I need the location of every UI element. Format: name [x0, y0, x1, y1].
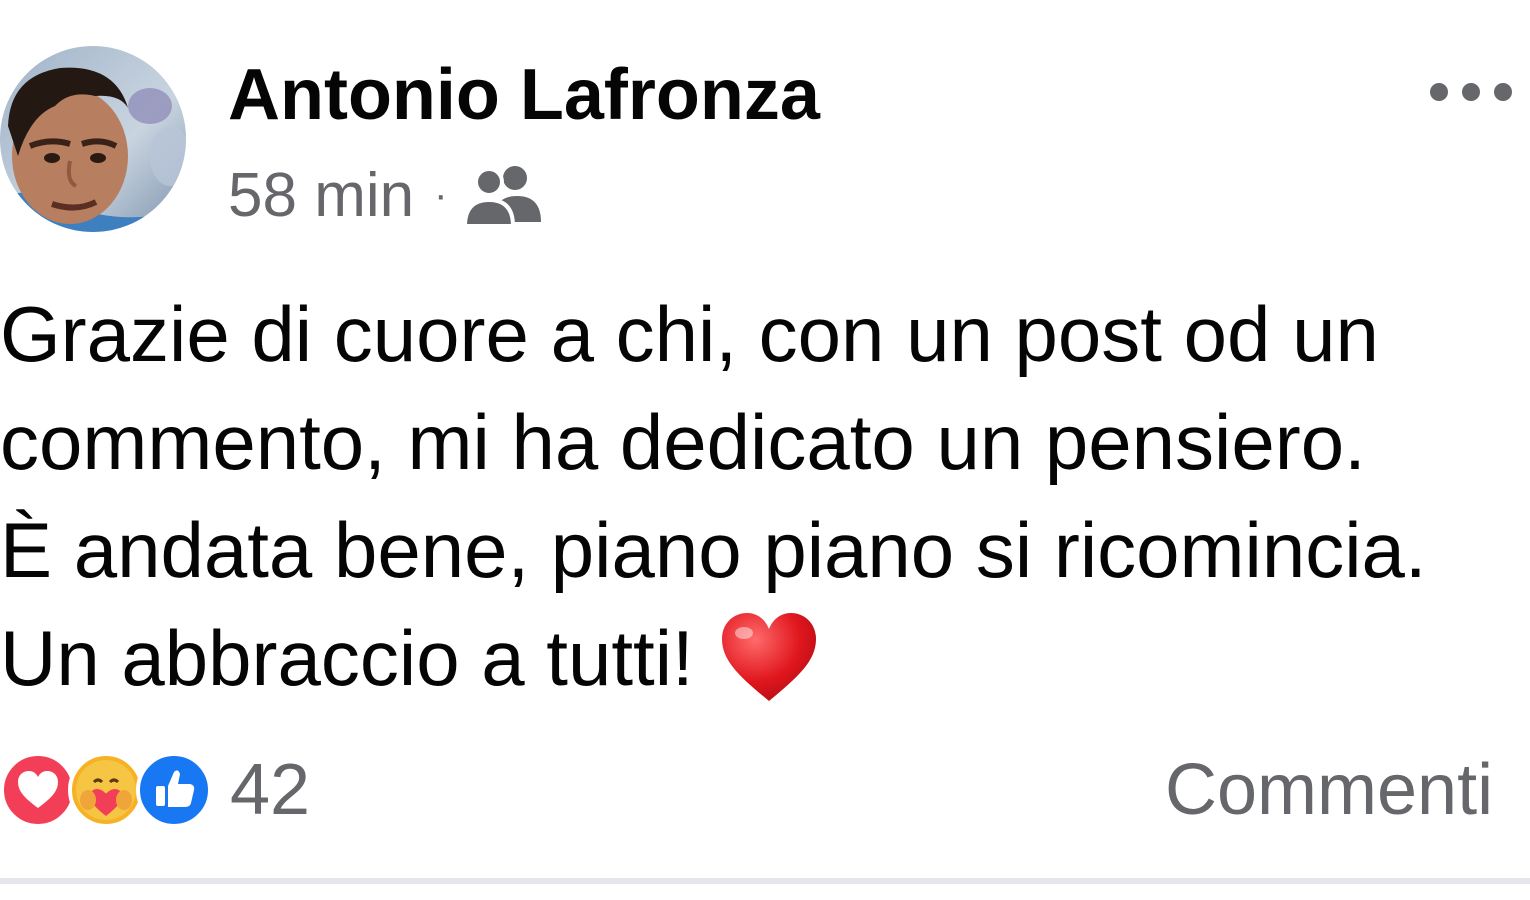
- post-text-line: Un abbraccio a tutti!: [0, 614, 694, 702]
- reactions-summary[interactable]: 42: [0, 750, 310, 830]
- facebook-post: Antonio Lafronza 58 min · Grazie di cuor…: [0, 0, 1530, 900]
- more-dot: [1430, 83, 1448, 101]
- more-options-icon[interactable]: [1430, 72, 1512, 112]
- post-meta: 58 min ·: [228, 155, 542, 235]
- friends-icon[interactable]: [463, 162, 542, 228]
- post-text-line: commento, mi ha dedicato un pensiero.: [0, 398, 1366, 486]
- meta-separator: ·: [434, 172, 448, 217]
- love-reaction-icon: [0, 752, 76, 828]
- post-text-line: Grazie di cuore a chi, con un post od un: [0, 290, 1379, 378]
- like-reaction-icon: [136, 752, 212, 828]
- post-time[interactable]: 58 min: [228, 160, 414, 231]
- red-heart-emoji: [720, 609, 818, 705]
- reaction-count: 42: [230, 750, 311, 830]
- author-avatar[interactable]: [0, 46, 186, 232]
- author-name[interactable]: Antonio Lafronza: [228, 50, 820, 140]
- post-text: Grazie di cuore a chi, con un post od un…: [0, 280, 1530, 712]
- post-divider: [0, 878, 1530, 884]
- post-text-line: È andata bene, piano piano si ricomincia…: [0, 506, 1427, 594]
- avatar-photo: [0, 46, 186, 232]
- more-dot: [1462, 83, 1480, 101]
- care-reaction-icon: [68, 752, 144, 828]
- more-dot: [1494, 83, 1512, 101]
- comments-link[interactable]: Commenti: [1165, 748, 1493, 832]
- post-text-last-line: Un abbraccio a tutti!: [0, 604, 1530, 712]
